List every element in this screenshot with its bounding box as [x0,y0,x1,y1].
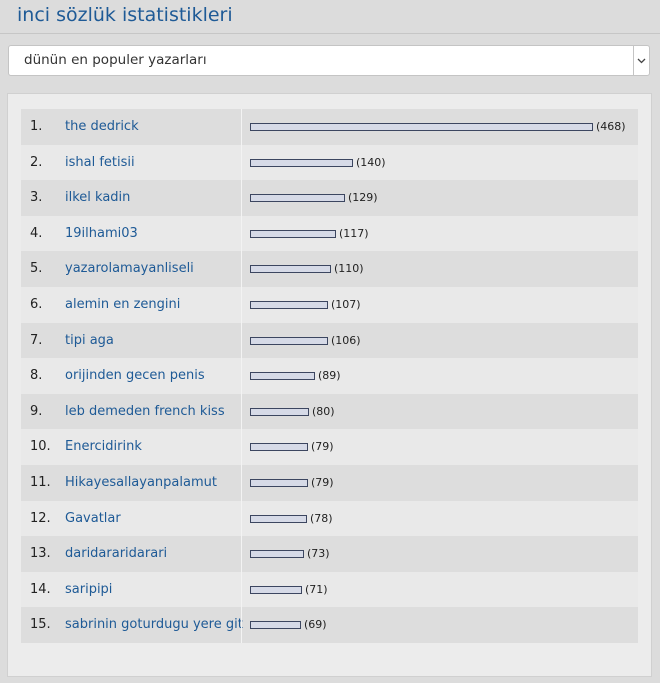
entry-count: (107) [331,297,361,311]
entry-count: (73) [307,547,330,561]
author-link[interactable]: tipi aga [65,323,114,358]
entry-count: (89) [318,369,341,383]
rank-number: 2. [30,154,43,170]
entry-count: (80) [312,404,335,418]
author-link[interactable]: daridararidarari [65,536,167,571]
author-link[interactable]: ishal fetisii [65,145,135,180]
table-row: 15. sabrinin goturdugu yere git (69) [21,607,638,643]
author-link[interactable]: 19ilhami03 [65,216,138,251]
column-divider [241,571,242,608]
entry-count: (106) [331,333,361,347]
entry-count: (79) [311,440,334,454]
entry-count: (110) [334,262,364,276]
table-row: 3. ilkel kadin (129) [21,180,638,216]
count-bar [250,194,345,203]
entry-count: (79) [311,475,334,489]
rank-number: 3. [30,190,43,206]
count-bar [250,550,304,559]
rank-number: 13. [30,546,51,562]
column-divider [241,109,242,145]
table-row: 9. leb demeden french kiss (80) [21,393,638,430]
ranking-table: 1. the dedrick (468) 2. ishal fetisii (140) 3.… [21,109,638,643]
entry-count: (78) [310,511,333,525]
entry-count: (140) [356,155,386,169]
count-bar [250,123,593,131]
table-row: 7. tipi aga (106) [21,322,638,359]
column-divider [241,429,242,465]
entry-count: (71) [305,582,328,596]
rank-number: 10. [30,439,51,455]
count-bar [250,478,308,487]
author-link[interactable]: saripipi [65,572,112,607]
count-bar [250,585,302,594]
table-row: 12. Gavatlar (78) [21,500,638,537]
table-row: 8. orijinden gecen penis (89) [21,358,638,394]
author-link[interactable]: Gavatlar [65,501,121,536]
column-divider [241,500,242,537]
count-bar [250,300,328,309]
stats-type-select[interactable]: dünün en populer yazarları [8,45,650,76]
table-row: 4. 19ilhami03 (117) [21,215,638,252]
rank-number: 12. [30,510,51,526]
rank-number: 1. [30,119,43,134]
column-divider [241,607,242,643]
rank-number: 8. [30,368,43,384]
column-divider [241,536,242,572]
author-link[interactable]: leb demeden french kiss [65,394,225,429]
rank-number: 6. [30,296,43,312]
author-link[interactable]: sabrinin goturdugu yere git [65,607,243,642]
rank-number: 15. [30,617,51,633]
table-row: 6. alemin en zengini (107) [21,286,638,323]
entry-count: (117) [339,226,369,240]
table-row: 2. ishal fetisii (140) [21,144,638,181]
table-row: 1. the dedrick (468) [21,109,638,145]
table-row: 5. yazarolamayanliseli (110) [21,251,638,287]
count-bar [250,336,328,345]
entry-count: (468) [596,120,626,133]
column-divider [241,393,242,430]
count-bar [250,372,315,381]
author-link[interactable]: the dedrick [65,109,139,144]
entry-count: (129) [348,191,378,205]
column-divider [241,286,242,323]
rank-number: 5. [30,261,43,277]
table-row: 14. saripipi (71) [21,571,638,608]
column-divider [241,180,242,216]
author-link[interactable]: Hikayesallayanpalamut [65,465,217,500]
author-link[interactable]: alemin en zengini [65,287,180,322]
author-link[interactable]: yazarolamayanliseli [65,251,194,286]
column-divider [241,464,242,501]
column-divider [241,215,242,252]
author-link[interactable]: orijinden gecen penis [65,358,205,393]
table-row: 11. Hikayesallayanpalamut (79) [21,464,638,501]
count-bar [250,514,307,523]
rank-number: 7. [30,332,43,348]
column-divider [241,358,242,394]
entry-count: (69) [304,618,327,632]
rank-number: 4. [30,225,43,241]
rank-number: 14. [30,581,51,597]
count-bar [250,621,301,630]
column-divider [241,144,242,181]
count-bar [250,407,309,416]
rank-number: 9. [30,403,43,419]
count-bar [250,229,336,238]
table-row: 10. Enercidirink (79) [21,429,638,465]
title-divider [0,33,660,34]
chevron-down-icon[interactable] [633,46,649,75]
statistics-panel: 1. the dedrick (468) 2. ishal fetisii (140) 3.… [7,93,652,677]
stats-type-selected-value: dünün en populer yazarları [24,52,207,68]
count-bar [250,265,331,274]
count-bar [250,443,308,452]
count-bar [250,158,353,167]
table-row: 13. daridararidarari (73) [21,536,638,572]
column-divider [241,251,242,287]
page-title: inci sözlük istatistikleri [17,4,233,26]
rank-number: 11. [30,474,51,490]
author-link[interactable]: Enercidirink [65,429,142,464]
author-link[interactable]: ilkel kadin [65,180,130,215]
column-divider [241,322,242,359]
